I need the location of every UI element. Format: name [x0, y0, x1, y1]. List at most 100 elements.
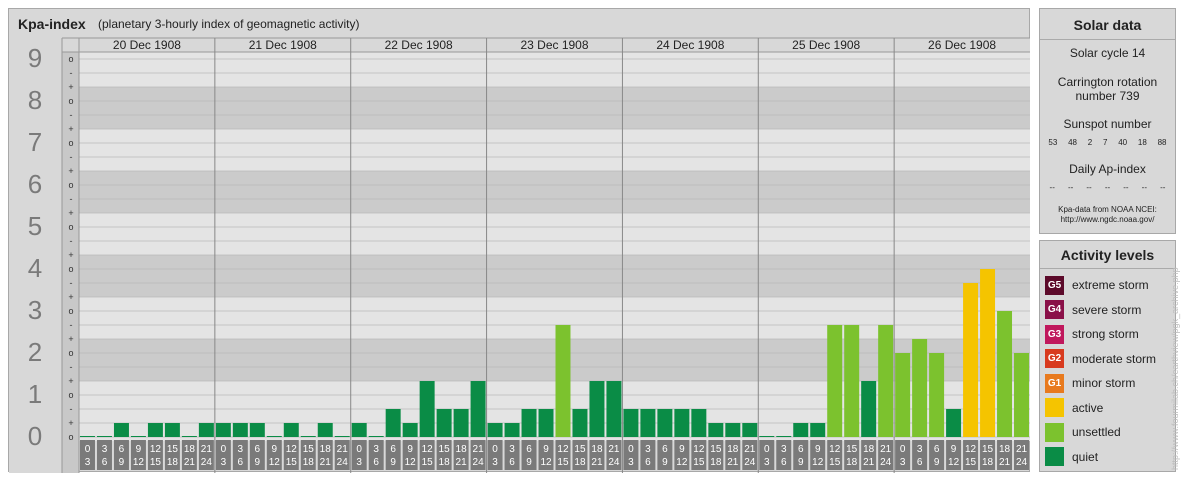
kpa-bar [1014, 353, 1029, 437]
interval-end-label: 3 [900, 457, 906, 468]
kpa-bar [436, 408, 452, 437]
kpa-bar [538, 408, 554, 437]
kpa-bar [793, 423, 809, 437]
ap-value: -- [1067, 183, 1074, 192]
sunspot-value: 88 [1157, 138, 1167, 147]
kpa-bar [623, 408, 639, 437]
kpa-bar [198, 423, 214, 437]
interval-end-label: 21 [863, 457, 875, 468]
legend-item: G4 severe storm [1045, 300, 1141, 320]
interval-end-label: 12 [676, 457, 688, 468]
y-minor-tick-label: - [70, 362, 73, 372]
interval-start-label: 0 [764, 444, 770, 455]
interval-end-label: 24 [880, 457, 892, 468]
interval-start-label: 18 [727, 444, 739, 455]
y-minor-tick-label: - [70, 68, 73, 78]
interval-start-label: 0 [356, 444, 362, 455]
interval-start-label: 21 [744, 444, 756, 455]
interval-end-label: 12 [133, 457, 145, 468]
kpa-bar [470, 381, 486, 437]
y-minor-tick-label: + [68, 334, 73, 344]
y-minor-tick-label: o [68, 348, 73, 358]
y-minor-tick-label: o [68, 138, 73, 148]
y-minor-tick-label: o [68, 222, 73, 232]
interval-start-label: 3 [373, 444, 379, 455]
interval-end-label: 3 [221, 457, 227, 468]
day-label: 22 Dec 1908 [385, 38, 453, 52]
legend-item: G1 minor storm [1045, 373, 1135, 393]
y-tick-label: 7 [28, 127, 42, 157]
source-link[interactable]: http://www.ngdc.noaa.gov/ [1040, 215, 1175, 225]
interval-end-label: 3 [764, 457, 770, 468]
kpa-bar [742, 423, 758, 437]
interval-end-label: 12 [540, 457, 552, 468]
interval-end-label: 24 [473, 457, 485, 468]
y-minor-tick-label: o [68, 264, 73, 274]
kpa-bar [929, 353, 945, 437]
interval-start-label: 15 [846, 444, 858, 455]
interval-start-label: 3 [781, 444, 787, 455]
kpa-bar [980, 269, 996, 437]
kpa-bar [861, 381, 877, 437]
kpa-bar [96, 436, 112, 437]
kpa-bar [555, 324, 571, 437]
interval-end-label: 15 [286, 457, 298, 468]
kpa-bar [674, 408, 690, 437]
y-minor-tick-label: - [70, 110, 73, 120]
interval-end-label: 6 [781, 457, 787, 468]
y-minor-tick-label: - [70, 236, 73, 246]
ap-value: -- [1141, 183, 1147, 192]
interval-start-label: 15 [574, 444, 586, 455]
day-label: 25 Dec 1908 [792, 38, 860, 52]
legend-item: quiet [1045, 447, 1098, 467]
kpa-bar [946, 408, 962, 437]
kpa-bar [419, 381, 435, 437]
divider [1040, 268, 1175, 269]
interval-end-label: 12 [812, 457, 824, 468]
legend-label: strong storm [1072, 327, 1139, 341]
kpa-bar [80, 436, 95, 437]
interval-start-label: 3 [917, 444, 923, 455]
legend-label: quiet [1072, 449, 1099, 464]
band [62, 129, 1030, 171]
day-label: 20 Dec 1908 [113, 38, 181, 52]
y-minor-tick-label: - [70, 152, 73, 162]
band [62, 171, 1030, 213]
y-tick-label: 0 [28, 421, 42, 451]
interval-start-label: 6 [119, 444, 125, 455]
interval-end-label: 9 [934, 457, 940, 468]
interval-start-label: 3 [102, 444, 108, 455]
interval-start-label: 18 [863, 444, 875, 455]
divider [1040, 39, 1175, 40]
y-minor-tick-label: - [70, 320, 73, 330]
interval-end-label: 15 [557, 457, 569, 468]
y-tick-label: 1 [28, 379, 42, 409]
y-minor-tick-label: + [68, 292, 73, 302]
interval-end-label: 24 [337, 457, 349, 468]
interval-end-label: 18 [167, 457, 179, 468]
solar-data-panel: Solar data Solar cycle 14 Carrington rot… [1039, 8, 1176, 234]
interval-start-label: 12 [829, 444, 841, 455]
interval-end-label: 18 [303, 457, 315, 468]
interval-end-label: 3 [356, 457, 362, 468]
interval-end-label: 6 [373, 457, 379, 468]
interval-start-label: 21 [1016, 444, 1028, 455]
sunspot-value: 7 [1103, 138, 1108, 147]
kpa-bar [504, 423, 520, 437]
kpa-bar [334, 436, 350, 437]
y-minor-tick-label: + [68, 124, 73, 134]
carrington-number: number 739 [1075, 89, 1140, 103]
interval-start-label: 21 [201, 444, 213, 455]
interval-start-label: 18 [591, 444, 603, 455]
interval-end-label: 18 [574, 457, 586, 468]
legend-item: active [1045, 398, 1103, 418]
y-minor-tick-label: o [68, 432, 73, 442]
interval-start-label: 3 [509, 444, 515, 455]
kpa-bar [691, 408, 707, 437]
kpa-bar [164, 423, 180, 437]
interval-start-label: 9 [407, 444, 413, 455]
interval-end-label: 21 [999, 457, 1011, 468]
kpa-bar [810, 423, 826, 437]
interval-start-label: 15 [982, 444, 994, 455]
interval-end-label: 21 [727, 457, 739, 468]
